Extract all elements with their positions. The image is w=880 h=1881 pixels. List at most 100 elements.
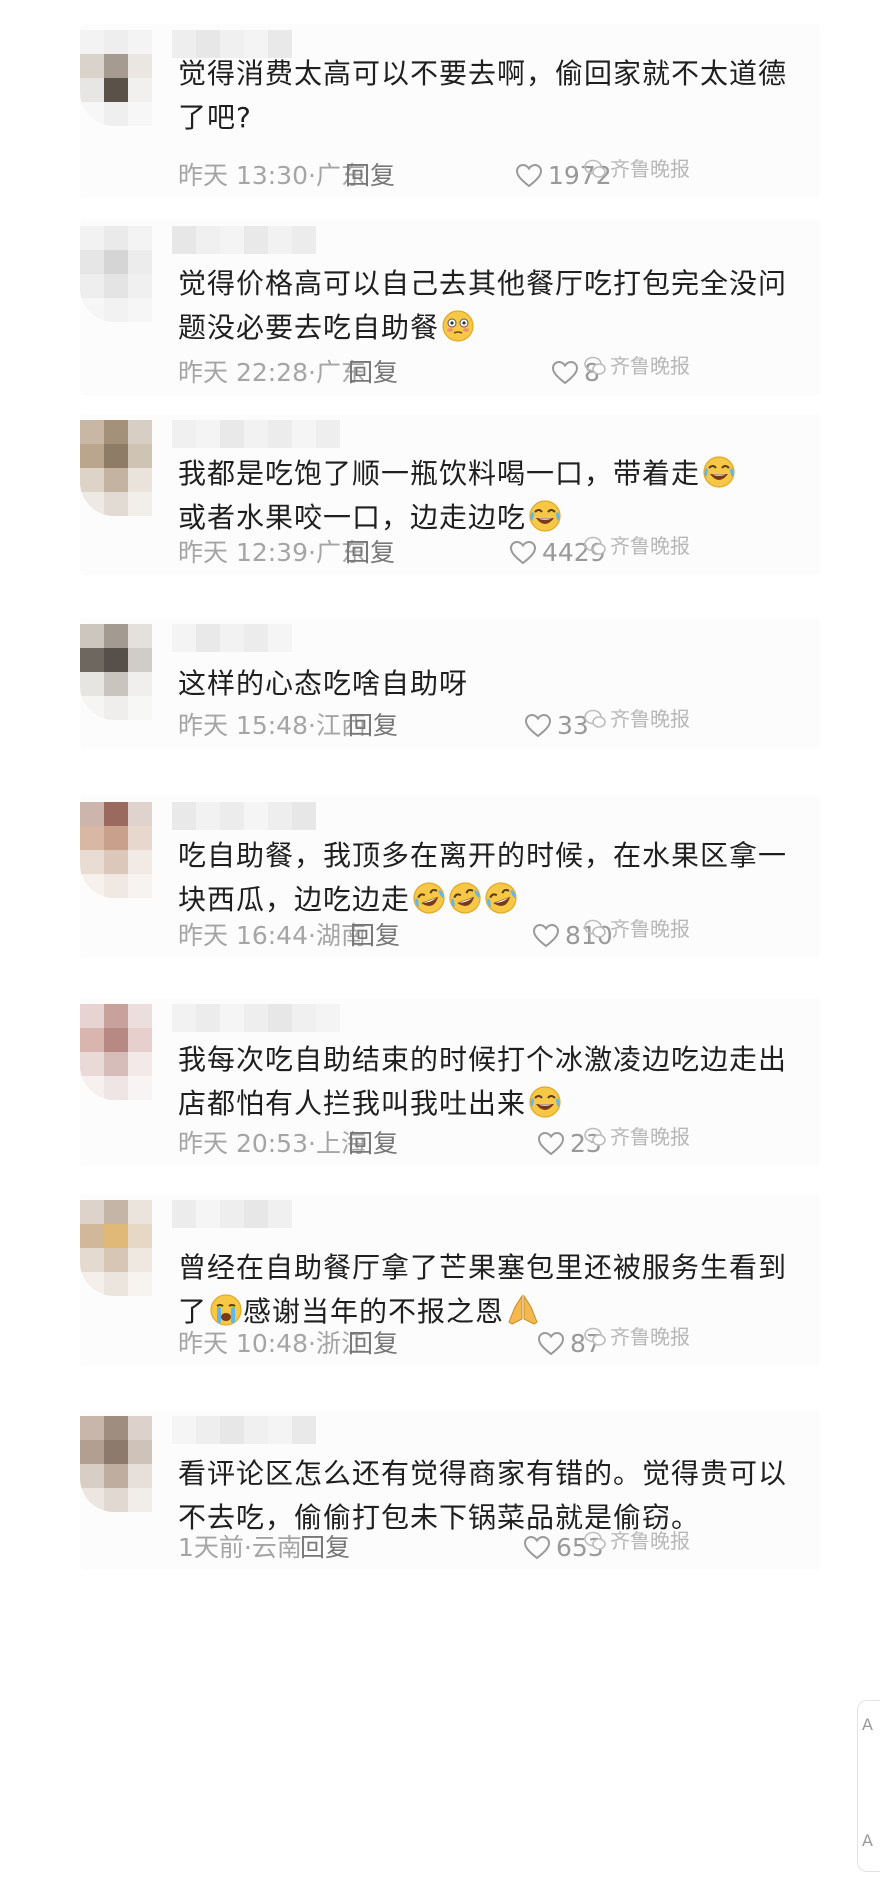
watermark-text: 齐鲁晚报	[610, 707, 690, 731]
watermark: 齐鲁晚报	[584, 154, 690, 184]
tears-of-joy-icon	[529, 500, 561, 532]
side-tab[interactable]: A A	[857, 1700, 880, 1872]
avatar[interactable]	[80, 624, 152, 720]
reply-button[interactable]: 回复	[345, 535, 395, 571]
watermark: 齐鲁晚报	[584, 1122, 690, 1152]
reply-button[interactable]: 回复	[348, 355, 398, 391]
reply-button[interactable]: 回复	[348, 1126, 398, 1162]
avatar[interactable]	[80, 226, 152, 322]
comment-time: 昨天 13:30	[178, 161, 308, 190]
tears-of-joy-icon	[529, 1086, 561, 1118]
username-blurred[interactable]	[172, 624, 292, 652]
comment-text-line: 这样的心态吃啥自助呀	[178, 667, 469, 700]
comment-meta: 昨天 16:44·湖南	[178, 918, 366, 954]
side-tab-text: A	[862, 1831, 873, 1850]
username-blurred[interactable]	[172, 802, 316, 830]
username-blurred[interactable]	[172, 1416, 316, 1444]
username-blurred[interactable]	[172, 420, 340, 448]
watermark-text: 齐鲁晚报	[610, 1125, 690, 1149]
comment-text: 曾经在自助餐厅拿了芒果塞包里还被服务生看到了 感谢当年的不报之恩	[178, 1246, 798, 1334]
watermark: 齐鲁晚报	[584, 704, 690, 734]
comment-text: 我每次吃自助结束的时候打个冰激凌边吃边走出店都怕有人拦我叫我吐出来	[178, 1038, 798, 1126]
comment-region: 云南	[251, 1533, 302, 1562]
comment-text: 吃自助餐，我顶多在离开的时候，在水果区拿一块西瓜，边吃边走	[178, 834, 798, 922]
avatar[interactable]	[80, 1004, 152, 1100]
watermark-text: 齐鲁晚报	[610, 534, 690, 558]
reply-button[interactable]: 回复	[300, 1530, 350, 1566]
watermark: 齐鲁晚报	[584, 351, 690, 381]
flushed-face-icon	[442, 310, 474, 342]
meta-separator: ·	[308, 1129, 316, 1158]
wechat-bubble-icon	[584, 1327, 606, 1346]
comment-time: 昨天 12:39	[178, 538, 308, 567]
watermark: 齐鲁晚报	[584, 1322, 690, 1352]
watermark: 齐鲁晚报	[584, 1526, 690, 1556]
meta-separator: ·	[308, 711, 316, 740]
heart-outline-icon	[538, 1132, 564, 1156]
comment-text-line: 我都是吃饱了顺一瓶饮料喝一口，带着走	[178, 457, 701, 490]
meta-separator: ·	[308, 161, 316, 190]
wechat-bubble-icon	[584, 1127, 606, 1146]
comment-text-line: 看评论区怎么还有觉得商家有错的。觉得贵可以不去吃，偷偷打包未下锅菜品就是偷窃。	[178, 1457, 788, 1534]
comment-time: 昨天 22:28	[178, 358, 308, 387]
heart-outline-icon	[510, 541, 536, 565]
heart-outline-icon	[524, 1536, 550, 1560]
meta-separator: ·	[308, 358, 316, 387]
comment-meta: 昨天 22:28·广东	[178, 355, 366, 391]
avatar[interactable]	[80, 30, 152, 126]
wechat-bubble-icon	[584, 536, 606, 555]
watermark-text: 齐鲁晚报	[610, 917, 690, 941]
comment-text-line: 吃自助餐，我顶多在离开的时候，在水果区拿一块西瓜，边吃边走	[178, 839, 788, 916]
comment-text: 觉得消费太高可以不要去啊，偷回家就不太道德了吧?	[178, 52, 798, 140]
watermark-text: 齐鲁晚报	[610, 1325, 690, 1349]
heart-outline-icon	[552, 361, 578, 385]
avatar[interactable]	[80, 802, 152, 898]
watermark-text: 齐鲁晚报	[610, 354, 690, 378]
comment-text: 觉得价格高可以自己去其他餐厅吃打包完全没问题没必要去吃自助餐	[178, 262, 798, 350]
username-blurred[interactable]	[172, 1200, 292, 1228]
comment-meta: 昨天 20:53·上海	[178, 1126, 366, 1162]
wechat-bubble-icon	[584, 159, 606, 178]
heart-outline-icon	[516, 164, 542, 188]
meta-separator: ·	[308, 538, 316, 567]
wechat-bubble-icon	[584, 1531, 606, 1550]
avatar[interactable]	[80, 1200, 152, 1296]
like-button[interactable]: 33	[525, 708, 589, 744]
avatar[interactable]	[80, 1416, 152, 1512]
tears-of-joy-icon	[703, 456, 735, 488]
username-blurred[interactable]	[172, 226, 316, 254]
watermark: 齐鲁晚报	[584, 914, 690, 944]
heart-outline-icon	[533, 924, 559, 948]
comment-meta: 昨天 15:48·江西	[178, 708, 366, 744]
comment-time: 昨天 20:53	[178, 1129, 308, 1158]
reply-button[interactable]: 回复	[350, 918, 400, 954]
wechat-bubble-icon	[584, 919, 606, 938]
meta-separator: ·	[308, 1329, 316, 1358]
avatar[interactable]	[80, 420, 152, 516]
comment-text: 我都是吃饱了顺一瓶饮料喝一口，带着走 或者水果咬一口，边走边吃	[178, 452, 798, 540]
comment-time: 昨天 10:48	[178, 1329, 308, 1358]
wechat-bubble-icon	[584, 356, 606, 375]
username-blurred[interactable]	[172, 1004, 340, 1032]
meta-separator: ·	[243, 1533, 252, 1562]
comment-time: 昨天 15:48	[178, 711, 308, 740]
comment-text-line: 我每次吃自助结束的时候打个冰激凌边吃边走出店都怕有人拦我叫我吐出来	[178, 1043, 788, 1120]
comment-time: 昨天 16:44	[178, 921, 308, 950]
watermark: 齐鲁晚报	[584, 531, 690, 561]
meta-separator: ·	[308, 921, 316, 950]
heart-outline-icon	[538, 1332, 564, 1356]
rofl-face-icon	[485, 882, 517, 914]
rofl-face-icon	[449, 882, 481, 914]
reply-button[interactable]: 回复	[348, 708, 398, 744]
comment-text-line: 感谢当年的不报之恩	[243, 1295, 505, 1328]
comment-text-line: 或者水果咬一口，边走边吃	[178, 501, 527, 534]
watermark-text: 齐鲁晚报	[610, 157, 690, 181]
comment-time: 1天前	[178, 1533, 244, 1562]
watermark-text: 齐鲁晚报	[610, 1529, 690, 1553]
reply-button[interactable]: 回复	[345, 158, 395, 194]
comment-text-line: 觉得消费太高可以不要去啊，偷回家就不太道德了吧?	[178, 57, 788, 134]
heart-outline-icon	[525, 714, 551, 738]
reply-button[interactable]: 回复	[348, 1326, 398, 1362]
comment-meta: 1天前·云南	[178, 1530, 302, 1566]
comment-text: 这样的心态吃啥自助呀	[178, 662, 798, 706]
